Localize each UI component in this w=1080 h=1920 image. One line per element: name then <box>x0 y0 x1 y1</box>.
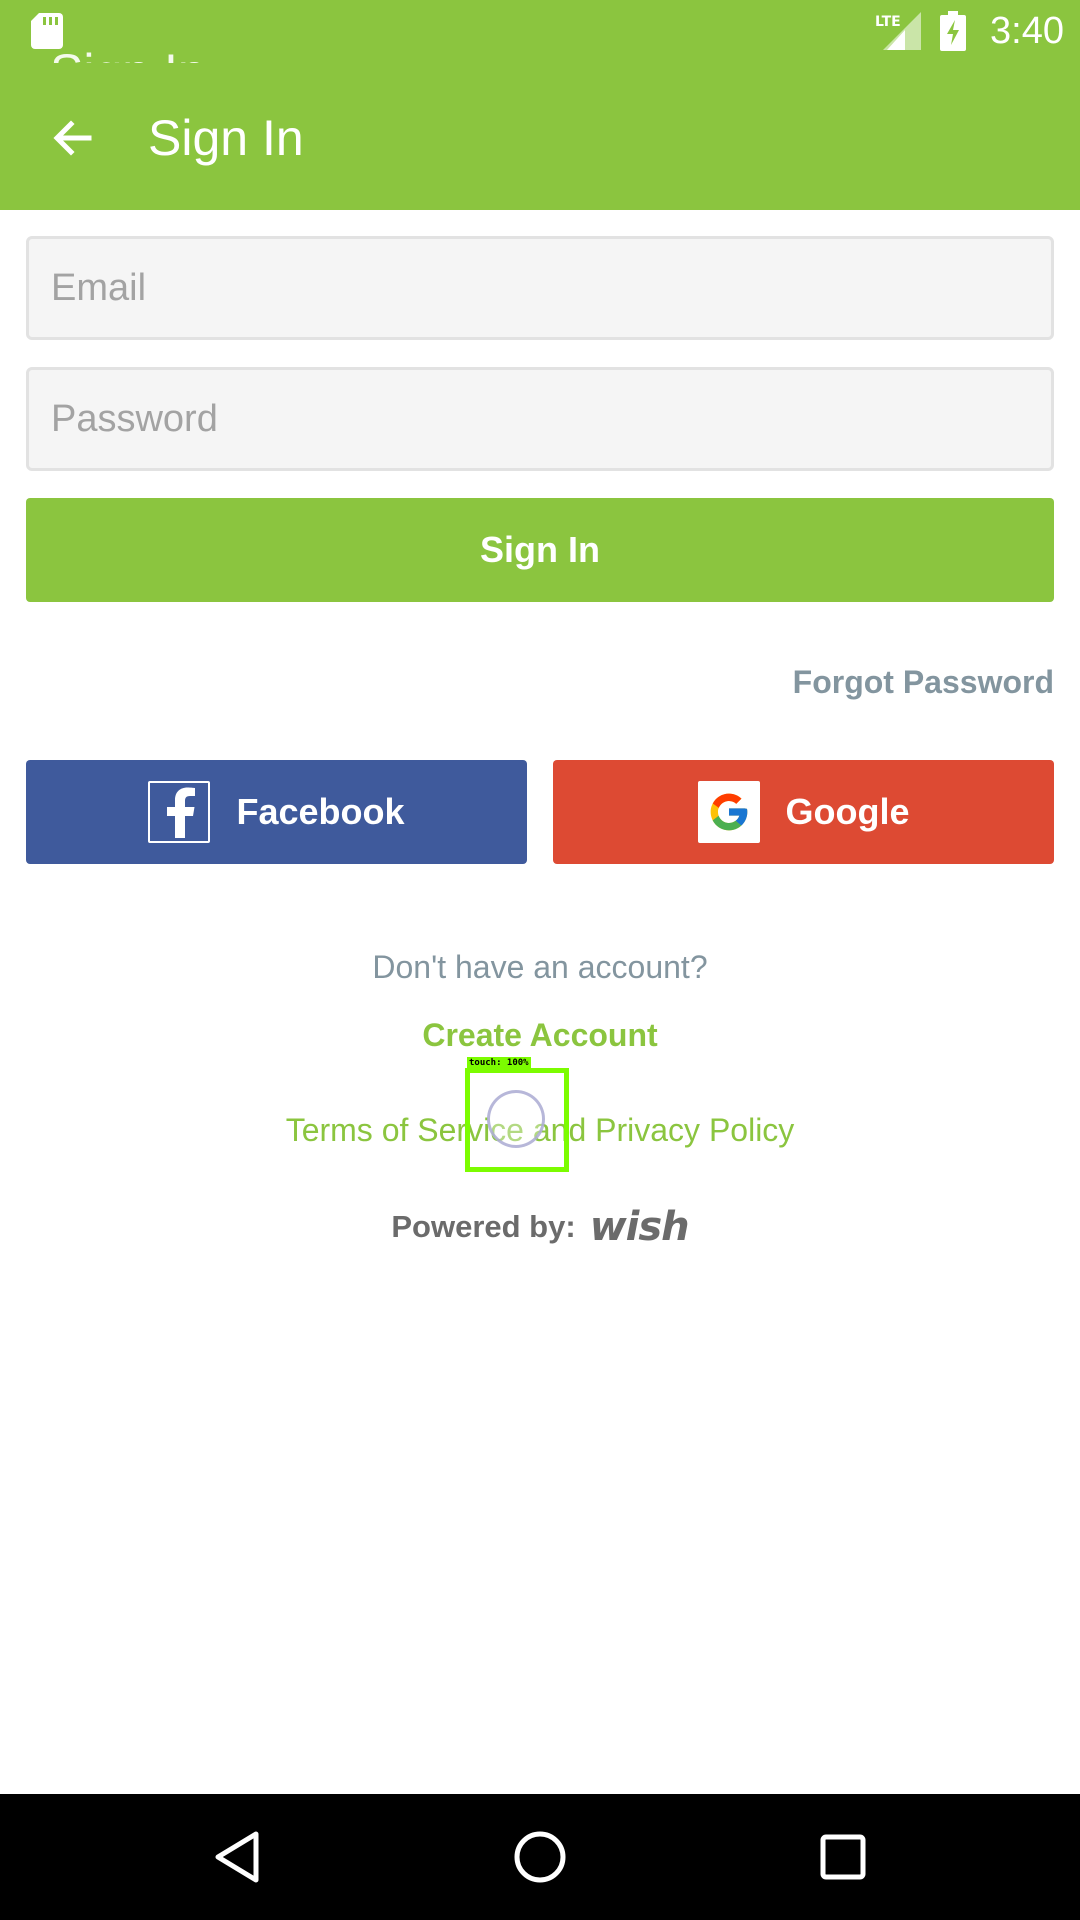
create-account-link[interactable]: Create Account <box>0 1012 1080 1058</box>
google-login-button[interactable]: Google <box>553 760 1054 864</box>
no-account-text: Don't have an account? <box>372 949 708 985</box>
svg-text:LTE: LTE <box>875 14 901 30</box>
facebook-login-button[interactable]: Facebook <box>26 760 527 864</box>
status-bar: Sign In LTE 3:40 <box>0 0 1080 63</box>
toolbar: Sign In <box>0 63 1080 210</box>
nav-recents-button[interactable] <box>803 1817 883 1897</box>
ghost-title: Sign In <box>50 42 350 63</box>
facebook-icon <box>148 781 211 843</box>
email-field[interactable] <box>26 236 1054 340</box>
navigation-bar <box>0 1794 1080 1920</box>
facebook-button-label: Facebook <box>236 791 405 832</box>
lte-signal-icon: LTE <box>875 12 921 50</box>
back-button[interactable] <box>30 103 116 173</box>
wish-logo: wish <box>589 1204 690 1250</box>
touch-indicator-circle <box>487 1090 545 1148</box>
sign-in-button-label: Sign In <box>480 529 600 570</box>
password-field[interactable] <box>26 367 1054 471</box>
page-title: Sign In <box>148 110 304 166</box>
nav-home-button[interactable] <box>500 1817 580 1897</box>
powered-by: Powered by: wish <box>0 1200 1080 1254</box>
sign-in-button[interactable]: Sign In <box>26 498 1054 602</box>
status-clock: 3:40 <box>990 10 1064 52</box>
nav-recents-icon <box>820 1834 866 1880</box>
nav-home-icon <box>514 1831 566 1883</box>
powered-by-label: Powered by: <box>391 1209 576 1244</box>
nav-back-button[interactable] <box>197 1817 277 1897</box>
google-icon <box>697 781 760 843</box>
battery-charging-icon <box>940 11 966 51</box>
google-button-label: Google <box>785 791 910 832</box>
arrow-back-icon <box>53 120 92 156</box>
nav-back-icon <box>215 1831 259 1883</box>
forgot-password-link[interactable]: Forgot Password <box>793 660 1054 704</box>
